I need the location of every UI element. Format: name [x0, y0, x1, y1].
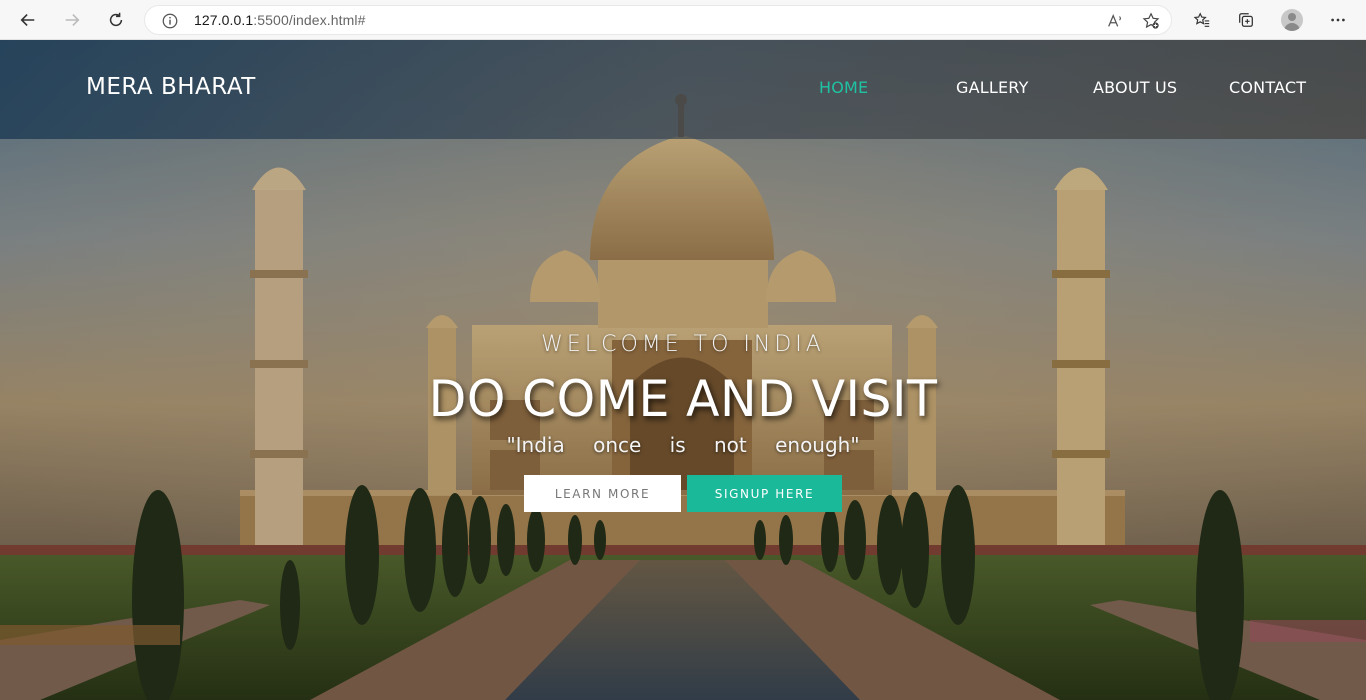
read-aloud-icon[interactable] [1105, 11, 1125, 31]
forward-arrow-icon[interactable] [57, 6, 87, 34]
refresh-icon[interactable] [101, 6, 131, 34]
nav-about-us-link[interactable]: ABOUT US [1093, 78, 1177, 97]
more-menu-icon[interactable] [1323, 6, 1353, 34]
add-favorite-icon[interactable] [1141, 11, 1161, 31]
hero-headline: DO COME AND VISIT [428, 370, 938, 428]
nav-contact-link[interactable]: CONTACT [1229, 78, 1306, 97]
info-icon[interactable] [161, 12, 179, 30]
url-path: :5500/index.html# [253, 12, 366, 28]
site-logo[interactable]: MERA BHARAT [86, 74, 256, 100]
favorites-icon[interactable] [1187, 6, 1217, 34]
hero-section: MERA BHARAT HOME GALLERY ABOUT US CONTAC… [0, 40, 1366, 700]
nav-home-link[interactable]: HOME [819, 78, 868, 97]
collections-icon[interactable] [1231, 6, 1261, 34]
url-host: 127.0.0.1 [194, 12, 254, 28]
signup-here-button[interactable]: SIGNUP HERE [687, 475, 842, 512]
hero-welcome-text: WELCOME TO INDIA [541, 332, 825, 357]
hero-quote: "India once is not enough" [506, 433, 860, 457]
nav-gallery-link[interactable]: GALLERY [956, 78, 1029, 97]
back-arrow-icon[interactable] [13, 6, 43, 34]
address-bar[interactable]: 127.0.0.1:5500/index.html# [144, 5, 1172, 35]
profile-avatar-icon[interactable] [1277, 6, 1307, 34]
url-text[interactable]: 127.0.0.1:5500/index.html# [194, 12, 366, 28]
site-navbar: MERA BHARAT HOME GALLERY ABOUT US CONTAC… [0, 40, 1366, 139]
learn-more-button[interactable]: LEARN MORE [524, 475, 681, 512]
browser-toolbar: 127.0.0.1:5500/index.html# [0, 0, 1366, 40]
